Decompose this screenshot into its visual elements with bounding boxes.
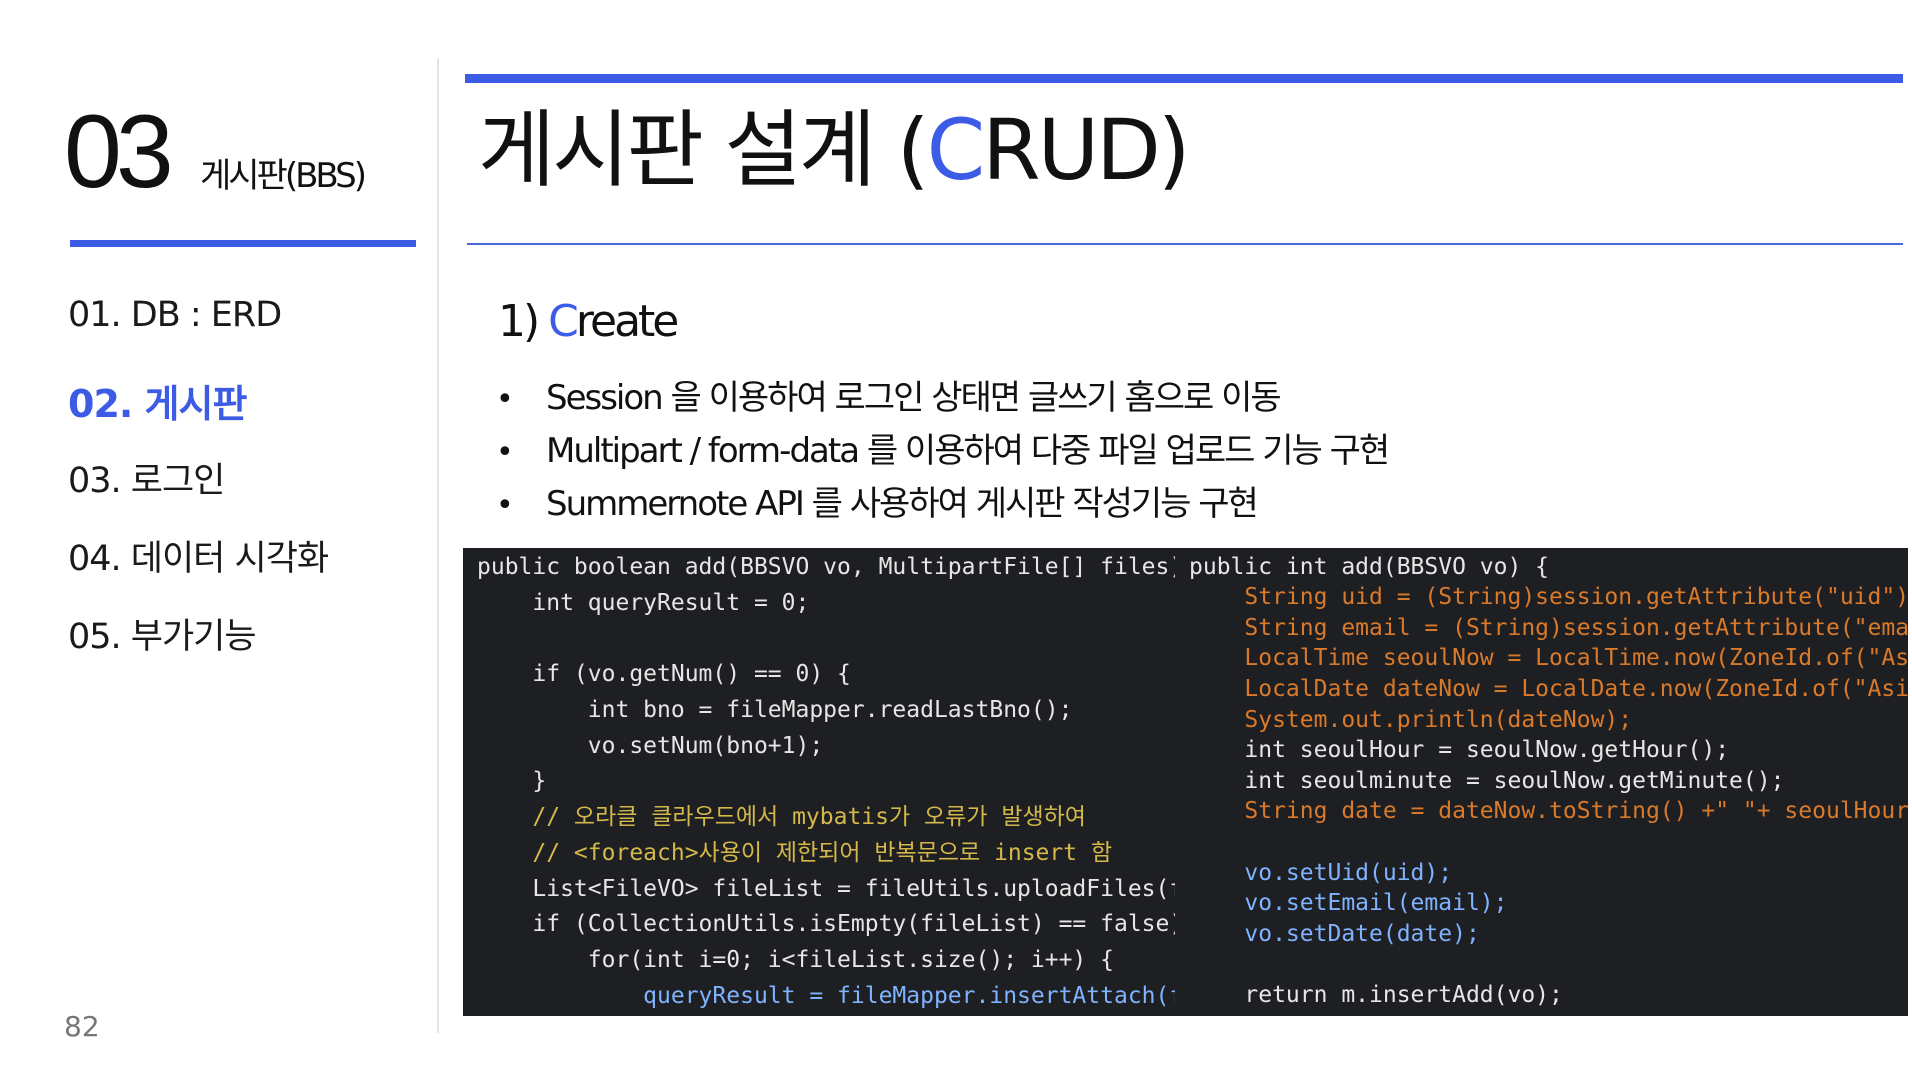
bullet-text: Multipart / form-data 를 이용하여 다중 파일 업로드 기… xyxy=(546,431,1390,471)
code-line: int seoulminute = seoulNow.getMinute(); xyxy=(1189,768,1785,794)
code-line: vo.setEmail(email); xyxy=(1189,890,1508,916)
section-number: 03 xyxy=(64,94,174,210)
code-comment-line: // <foreach>사용이 제한되어 반복문으로 insert 함 xyxy=(477,840,1113,866)
sidebar-item-visualization[interactable]: 04. 데이터 시각화 xyxy=(68,530,329,581)
code-line: LocalTime seoulNow = LocalTime.now(ZoneI… xyxy=(1244,645,1908,671)
left-accent-bar xyxy=(70,240,416,247)
bullet-item: • Session 을 이용하여 로그인 상태면 글쓰기 홈으로 이동 xyxy=(496,370,1282,419)
code-line: vo.setNum(bno+1); xyxy=(477,733,824,759)
code-line: LocalDate dateNow = LocalDate.now(ZoneId… xyxy=(1244,676,1908,702)
code-line: System.out.println(dateNow); xyxy=(1189,707,1633,733)
code-line: public boolean add(BBSVO vo, MultipartFi… xyxy=(477,554,1175,580)
bullet-text: Summernote API 를 사용하여 게시판 작성기능 구현 xyxy=(546,484,1259,524)
section-name: 게시판(BBS) xyxy=(200,156,367,196)
code-line: for(int i=0; i<fileList.size(); i++) { xyxy=(477,947,1114,973)
sidebar-item-extras[interactable]: 05. 부가기능 xyxy=(68,608,257,659)
sidebar-item-bbs[interactable]: 02. 게시판 xyxy=(68,373,247,428)
code-line: String uid = (String)session.getAttribut… xyxy=(1189,584,1908,610)
code-line: int queryResult = 0; xyxy=(477,590,810,616)
code-line: vo.setUid(uid); xyxy=(1189,860,1453,886)
code-screenshot-left: public boolean add(BBSVO vo, MultipartFi… xyxy=(463,548,1175,1016)
code-line: if (CollectionUtils.isEmpty(fileList) ==… xyxy=(477,911,1175,937)
title-accent-letter: C xyxy=(926,101,986,199)
title-suffix: RUD) xyxy=(982,101,1190,199)
code-line: String date = dateNow.toString() +" "+ s… xyxy=(1244,798,1908,824)
sub-heading: 1) Create xyxy=(498,296,679,347)
page-number: 82 xyxy=(64,1010,100,1043)
code-line: queryResult = fileMapper.insertAttach(fi… xyxy=(643,983,1175,1009)
code-comment-line: // 오라클 클라우드에서 mybatis가 오류가 발생하여 xyxy=(477,804,1086,830)
code-screenshot-right: public int add(BBSVO vo) { String uid = … xyxy=(1175,548,1908,1016)
bullet-dot: • xyxy=(496,382,514,417)
title-rule xyxy=(467,243,1903,245)
bullet-dot: • xyxy=(496,488,514,523)
bullet-item: • Summernote API 를 사용하여 게시판 작성기능 구현 xyxy=(496,476,1259,525)
sidebar-item-login[interactable]: 03. 로그인 xyxy=(68,452,225,503)
code-line: int bno = fileMapper.readLastBno(); xyxy=(477,697,1073,723)
bullet-item: • Multipart / form-data 를 이용하여 다중 파일 업로드 … xyxy=(496,423,1390,472)
vertical-divider xyxy=(437,58,439,1033)
code-line: String email = (String)session.getAttrib… xyxy=(1189,615,1908,641)
bullet-text: Session 을 이용하여 로그인 상태면 글쓰기 홈으로 이동 xyxy=(546,378,1282,418)
code-line: return m.insertAdd(vo); xyxy=(1189,982,1563,1008)
sub-heading-prefix: 1) xyxy=(498,296,549,347)
slide-title: 게시판 설계 (CRUD) xyxy=(478,106,1191,194)
code-line: vo.setDate(date); xyxy=(1189,921,1480,947)
code-line: } xyxy=(477,768,547,794)
top-accent-bar xyxy=(465,74,1903,83)
sidebar-menu: 01. DB : ERD 02. 게시판 03. 로그인 04. 데이터 시각화… xyxy=(0,0,329,657)
title-prefix: 게시판 설계 ( xyxy=(478,101,930,199)
code-line: if (vo.getNum() == 0) { xyxy=(477,661,851,687)
sub-heading-accent: C xyxy=(548,296,579,347)
code-line: int seoulHour = seoulNow.getHour(); xyxy=(1189,737,1730,763)
bullet-dot: • xyxy=(496,435,514,470)
code-line: public int add(BBSVO vo) { xyxy=(1189,554,1550,580)
sub-heading-suffix: reate xyxy=(575,296,679,347)
code-line: List<FileVO> fileList = fileUtils.upload… xyxy=(532,876,1175,902)
sidebar-item-erd[interactable]: 01. DB : ERD xyxy=(68,295,282,335)
